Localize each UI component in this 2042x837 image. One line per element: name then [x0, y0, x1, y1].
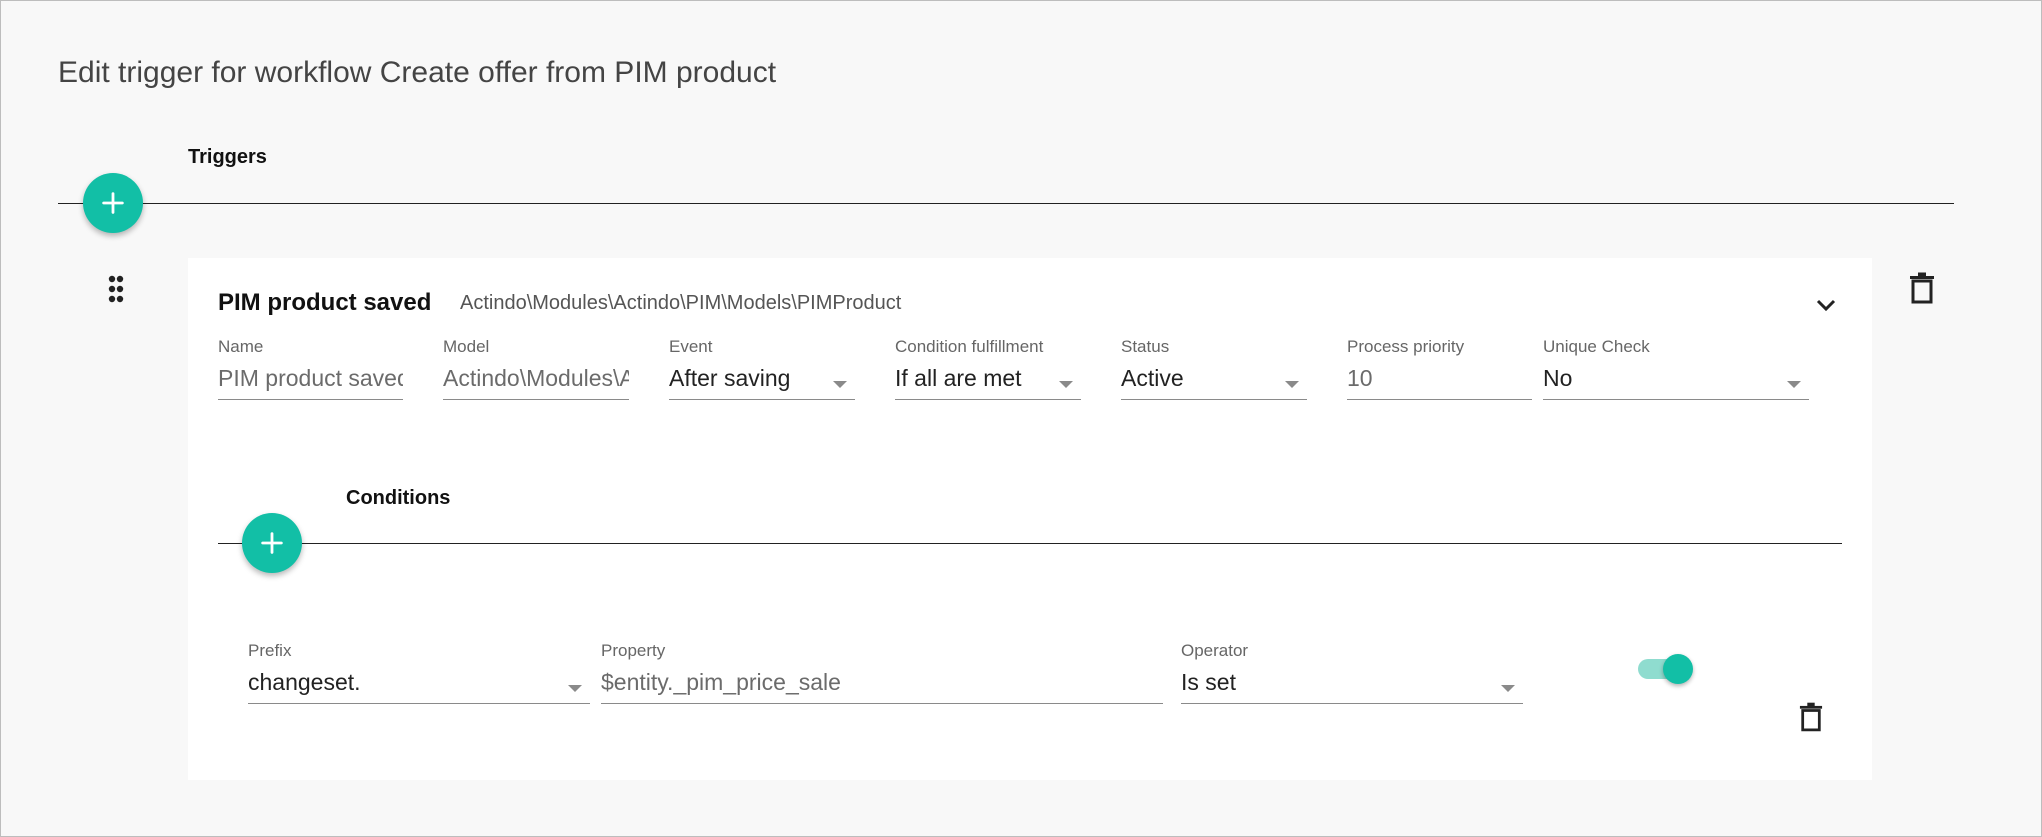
name-label: Name [218, 337, 264, 356]
process-priority-input[interactable]: 10 [1347, 365, 1532, 392]
condition-fulfillment-select[interactable]: Condition fulfillment If all are met [895, 337, 1081, 403]
conditions-section-label: Conditions [346, 487, 451, 509]
unique-check-label: Unique Check [1543, 337, 1650, 356]
expand-trigger-button[interactable] [1815, 294, 1837, 316]
name-underline [218, 399, 403, 400]
status-value[interactable]: Active [1121, 365, 1307, 392]
prefix-label: Prefix [248, 641, 292, 660]
trash-icon [1799, 702, 1823, 732]
trigger-model-path: Actindo\Modules\Actindo\PIM\Models\PIMPr… [460, 292, 902, 314]
property-field[interactable]: Property $entity._pim_price_sale [601, 641, 1163, 707]
prefix-dropdown-arrow-icon [568, 685, 582, 692]
process-priority-underline [1347, 399, 1532, 400]
prefix-select[interactable]: Prefix changeset. [248, 641, 590, 707]
condition-fulfillment-label: Condition fulfillment [895, 337, 1044, 356]
unique-check-dropdown-arrow-icon [1787, 381, 1801, 388]
event-value[interactable]: After saving [669, 365, 855, 392]
operator-underline [1181, 703, 1523, 704]
prefix-value[interactable]: changeset. [248, 669, 590, 696]
plus-icon [102, 192, 124, 214]
process-priority-label: Process priority [1347, 337, 1465, 356]
property-input[interactable]: $entity._pim_price_sale [601, 669, 1163, 696]
name-input[interactable]: PIM product saved [218, 365, 403, 392]
condition-fulfillment-value[interactable]: If all are met [895, 365, 1081, 392]
page-title: Edit trigger for workflow Create offer f… [58, 56, 777, 89]
model-field[interactable]: Model Actindo\Modules\Actindo\PIM\Models… [443, 337, 629, 403]
status-underline [1121, 399, 1307, 400]
condition-fulfillment-dropdown-arrow-icon [1059, 381, 1073, 388]
delete-condition-button[interactable] [1799, 702, 1823, 732]
name-field[interactable]: Name PIM product saved [218, 337, 403, 403]
status-select[interactable]: Status Active [1121, 337, 1307, 403]
operator-value[interactable]: Is set [1181, 669, 1523, 696]
event-select[interactable]: Event After saving [669, 337, 855, 403]
property-label: Property [601, 641, 666, 660]
event-label: Event [669, 337, 713, 356]
prefix-underline [248, 703, 590, 704]
trigger-title: PIM product saved [218, 289, 432, 316]
operator-select[interactable]: Operator Is set [1181, 641, 1523, 707]
condition-enabled-toggle-thumb[interactable] [1663, 654, 1693, 684]
model-label: Model [443, 337, 490, 356]
property-underline [601, 703, 1163, 704]
process-priority-field[interactable]: Process priority 10 [1347, 337, 1532, 403]
operator-dropdown-arrow-icon [1501, 685, 1515, 692]
add-trigger-button[interactable] [83, 173, 143, 233]
model-input[interactable]: Actindo\Modules\Actindo\PIM\Models\PIMPr… [443, 365, 629, 392]
event-dropdown-arrow-icon [833, 381, 847, 388]
delete-trigger-button[interactable] [1909, 272, 1935, 304]
model-underline [443, 399, 629, 400]
trash-icon [1910, 272, 1934, 304]
drag-handle-icon[interactable] [107, 275, 125, 303]
conditions-divider [218, 543, 1842, 544]
unique-check-value[interactable]: No [1543, 365, 1809, 392]
operator-label: Operator [1181, 641, 1249, 660]
triggers-divider [58, 203, 1954, 204]
add-condition-button[interactable] [242, 513, 302, 573]
unique-check-select[interactable]: Unique Check No [1543, 337, 1809, 403]
chevron-down-icon [1816, 299, 1836, 312]
event-underline [669, 399, 855, 400]
status-label: Status [1121, 337, 1170, 356]
unique-check-underline [1543, 399, 1809, 400]
status-dropdown-arrow-icon [1285, 381, 1299, 388]
triggers-section-label: Triggers [188, 146, 267, 168]
condition-fulfillment-underline [895, 399, 1081, 400]
plus-icon [261, 532, 283, 554]
